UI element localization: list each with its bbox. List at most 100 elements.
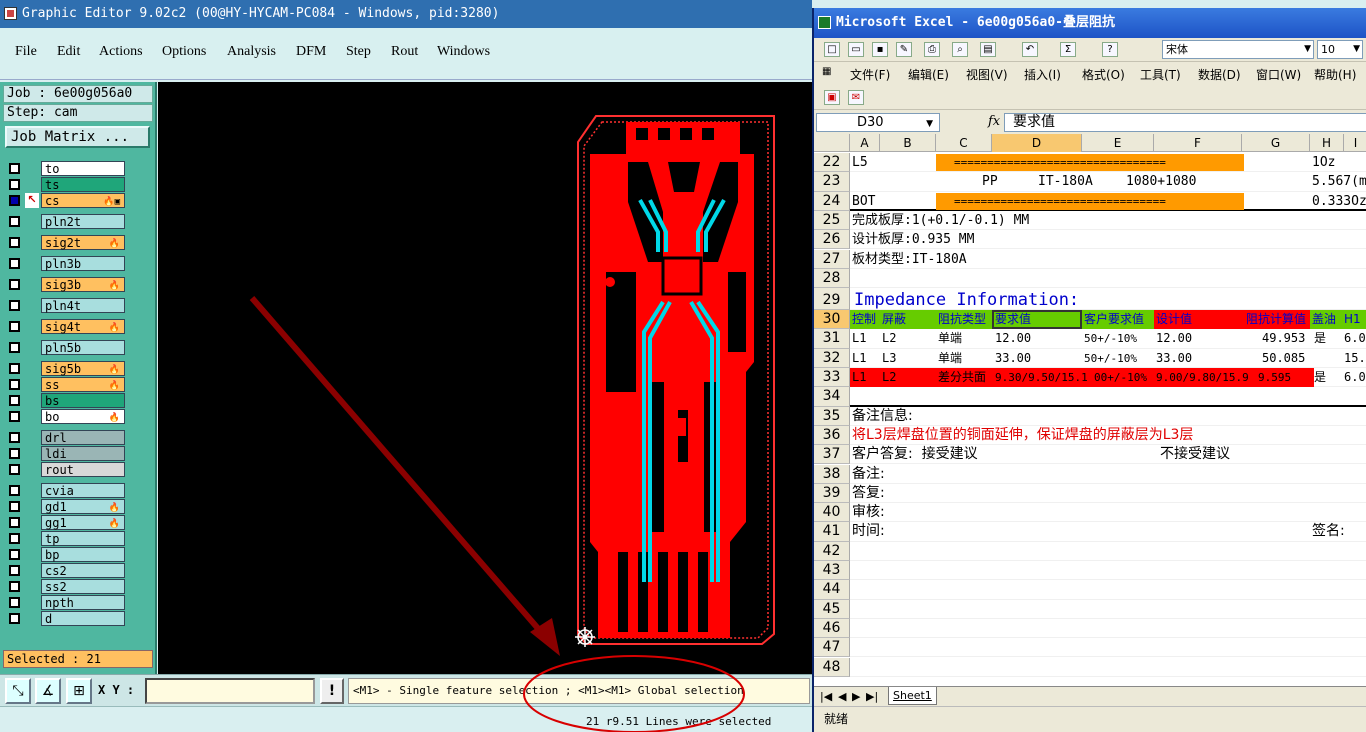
- menu-file[interactable]: File: [15, 44, 37, 60]
- job-matrix-button[interactable]: Job Matrix ...: [5, 126, 150, 148]
- layer-row-sig5b[interactable]: sig5b 🔥: [7, 361, 125, 376]
- layer-name[interactable]: ldi: [41, 446, 125, 461]
- layer-row-to[interactable]: to: [7, 161, 125, 176]
- grid-tool-button[interactable]: ⊞: [66, 678, 92, 704]
- col-header-a[interactable]: A: [850, 134, 880, 152]
- row-header[interactable]: 32: [814, 348, 850, 368]
- layer-row-cs[interactable]: ↖ cs 🔥▣: [7, 193, 125, 208]
- cell[interactable]: 阻抗计算值: [1246, 310, 1306, 329]
- cell[interactable]: ================================: [954, 192, 1166, 211]
- cell[interactable]: 审核:: [852, 503, 885, 522]
- cell[interactable]: 签名:: [1312, 522, 1345, 541]
- row-header[interactable]: 44: [814, 580, 850, 600]
- menu-data-cn[interactable]: 数据(D): [1198, 66, 1241, 83]
- row-header[interactable]: 39: [814, 483, 850, 504]
- cell[interactable]: L1: [852, 329, 866, 348]
- layer-name[interactable]: cs 🔥▣: [41, 193, 125, 208]
- layer-row-bp[interactable]: bp: [7, 547, 125, 562]
- layer-row-tp[interactable]: tp: [7, 531, 125, 546]
- cell[interactable]: ================================: [954, 153, 1166, 172]
- menu-actions[interactable]: Actions: [99, 44, 143, 60]
- menu-windows[interactable]: Windows: [437, 44, 490, 60]
- cell[interactable]: L1: [852, 368, 866, 387]
- tab-sheet1[interactable]: Sheet1: [888, 687, 937, 705]
- alert-button[interactable]: !: [320, 678, 344, 704]
- cell[interactable]: 50+/-10%: [1084, 349, 1137, 368]
- cell[interactable]: 时间:: [852, 522, 885, 541]
- zoom-tool-button[interactable]: ⤡: [5, 678, 31, 704]
- row-header[interactable]: 27: [814, 249, 850, 269]
- layer-checkbox[interactable]: [9, 533, 20, 544]
- cell[interactable]: 客户答复: 接受建议: [852, 445, 978, 464]
- row-header[interactable]: 38: [814, 464, 850, 484]
- layer-name[interactable]: npth: [41, 595, 125, 610]
- layer-checkbox[interactable]: [9, 501, 20, 512]
- paste-icon[interactable]: ▤: [980, 42, 996, 57]
- permission-icon[interactable]: ✎: [896, 42, 912, 57]
- layer-row-sig4t[interactable]: sig4t 🔥: [7, 319, 125, 334]
- autosum-icon[interactable]: Σ: [1060, 42, 1076, 57]
- cell[interactable]: 板材类型:IT-180A: [852, 250, 967, 269]
- layer-checkbox[interactable]: [9, 597, 20, 608]
- layer-checkbox[interactable]: [9, 448, 20, 459]
- menu-view-cn[interactable]: 视图(V): [966, 66, 1008, 83]
- menu-insert-cn[interactable]: 插入(I): [1024, 66, 1061, 83]
- layer-row-pln5b[interactable]: pln5b: [7, 340, 125, 355]
- layer-name[interactable]: sig5b 🔥: [41, 361, 125, 376]
- cell[interactable]: 差分共面: [938, 368, 986, 387]
- cell[interactable]: 1Oz: [1312, 153, 1335, 172]
- layer-row-sig2t[interactable]: sig2t 🔥: [7, 235, 125, 250]
- cell[interactable]: 5.567(m: [1312, 172, 1366, 191]
- menu-dfm[interactable]: DFM: [296, 44, 326, 60]
- layer-row-pln3b[interactable]: pln3b: [7, 256, 125, 271]
- cell[interactable]: 9.595: [1258, 368, 1291, 387]
- layer-name[interactable]: drl: [41, 430, 125, 445]
- row-header[interactable]: 31: [814, 329, 850, 349]
- col-header-f[interactable]: F: [1154, 134, 1242, 152]
- fx-icon[interactable]: fx: [988, 114, 1000, 129]
- layer-name[interactable]: ss 🔥: [41, 377, 125, 392]
- layer-checkbox[interactable]: [9, 216, 20, 227]
- layer-row-bs[interactable]: bs: [7, 393, 125, 408]
- layer-row-sig3b[interactable]: sig3b 🔥: [7, 277, 125, 292]
- layer-name[interactable]: pln3b: [41, 256, 125, 271]
- cell[interactable]: L2: [882, 368, 896, 387]
- row-header[interactable]: 42: [814, 541, 850, 561]
- layer-checkbox[interactable]: [9, 517, 20, 528]
- layer-name[interactable]: sig3b 🔥: [41, 277, 125, 292]
- col-header-g[interactable]: G: [1242, 134, 1310, 152]
- cell[interactable]: 49.953: [1262, 329, 1305, 348]
- cell[interactable]: 12.00: [995, 329, 1031, 348]
- layer-name[interactable]: to: [41, 161, 125, 176]
- layer-name[interactable]: cs2: [41, 563, 125, 578]
- graphic-canvas[interactable]: [158, 82, 812, 674]
- layer-checkbox[interactable]: [9, 581, 20, 592]
- menu-options[interactable]: Options: [162, 44, 206, 60]
- cell[interactable]: 是: [1314, 368, 1326, 387]
- tab-next-icon[interactable]: ▶: [852, 690, 860, 703]
- row-header[interactable]: 47: [814, 638, 850, 658]
- col-header-i[interactable]: I: [1344, 134, 1366, 152]
- open-icon[interactable]: ▭: [848, 42, 864, 57]
- cell[interactable]: 33.00: [995, 349, 1031, 368]
- cell[interactable]: L3: [882, 349, 896, 368]
- tab-first-icon[interactable]: |◀: [820, 690, 832, 703]
- cell[interactable]: 15.0: [1344, 349, 1366, 368]
- layer-checkbox[interactable]: [9, 613, 20, 624]
- cell[interactable]: 是: [1314, 329, 1326, 348]
- xy-input[interactable]: [145, 678, 315, 704]
- layer-checkbox[interactable]: [9, 432, 20, 443]
- layer-row-cvia[interactable]: cvia: [7, 483, 125, 498]
- layer-checkbox[interactable]: [9, 395, 20, 406]
- cell[interactable]: 阻抗类型: [938, 310, 986, 329]
- help-icon[interactable]: ?: [1102, 42, 1118, 57]
- layer-checkbox[interactable]: [9, 485, 20, 496]
- pdf-icon[interactable]: ▣: [824, 90, 840, 105]
- layer-name[interactable]: ss2: [41, 579, 125, 594]
- cell[interactable]: 1080+1080: [1126, 172, 1196, 191]
- layer-name[interactable]: cvia: [41, 483, 125, 498]
- layer-name[interactable]: rout: [41, 462, 125, 477]
- measure-tool-button[interactable]: ∡: [35, 678, 61, 704]
- cell[interactable]: 备注:: [852, 465, 885, 484]
- layer-checkbox[interactable]: [9, 411, 20, 422]
